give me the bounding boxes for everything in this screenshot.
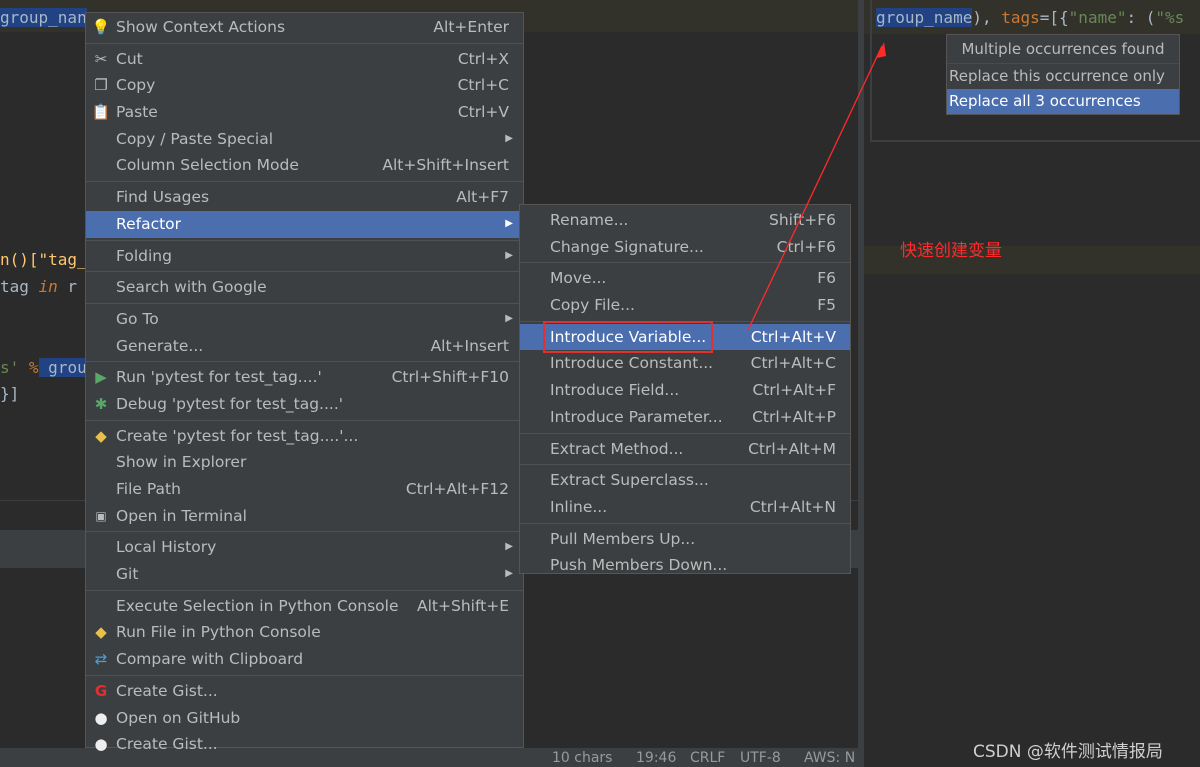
arrow-head xyxy=(877,42,886,58)
arrow-line xyxy=(747,45,883,331)
annotation-arrow xyxy=(747,42,886,331)
